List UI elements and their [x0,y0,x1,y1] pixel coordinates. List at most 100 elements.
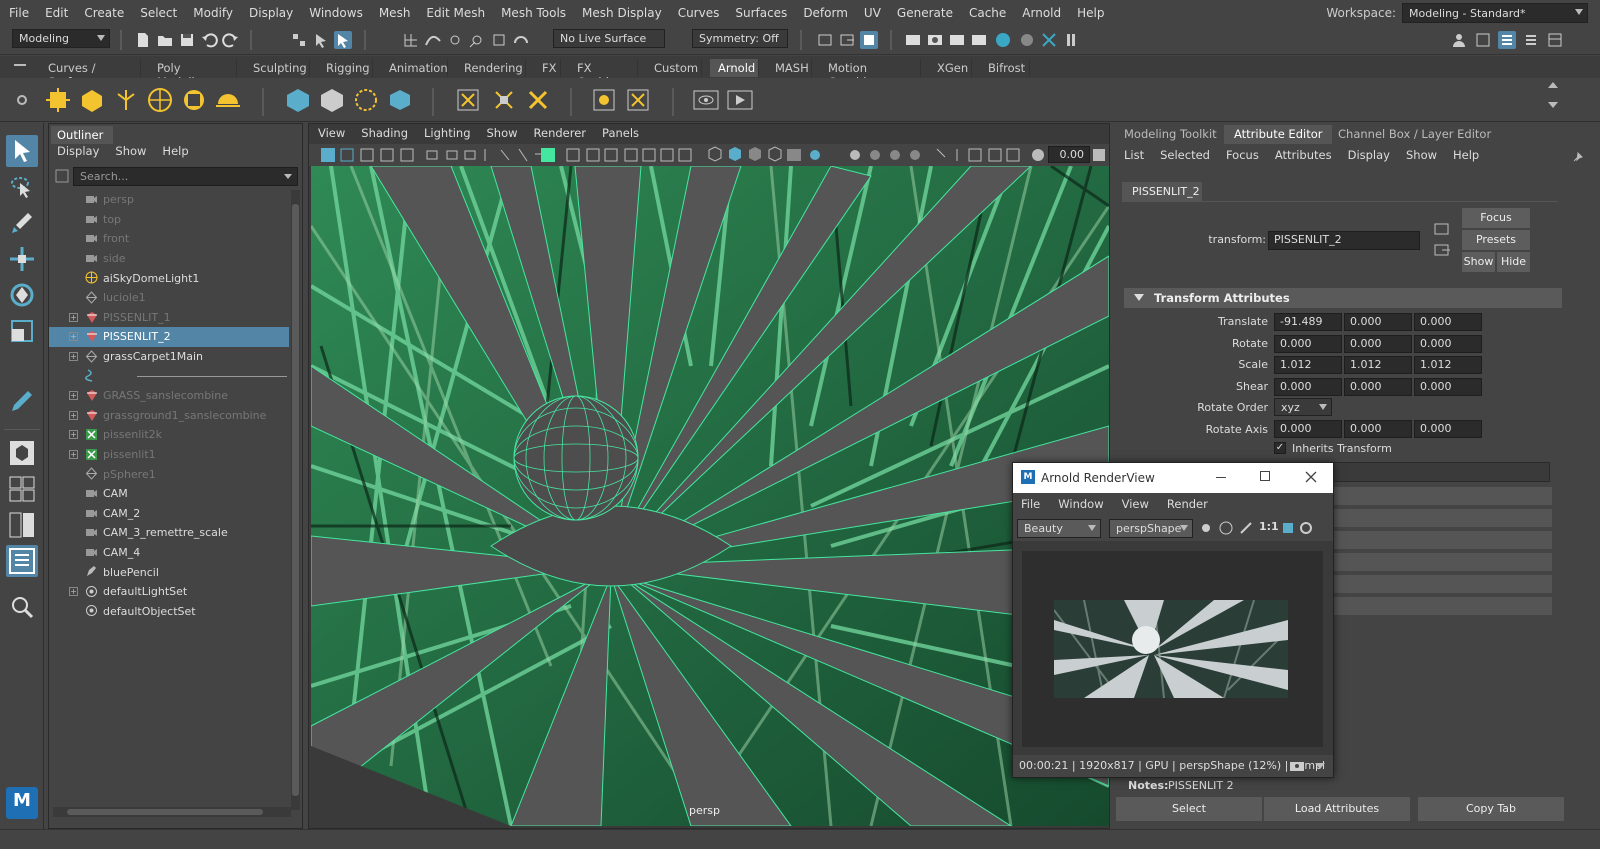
shelf-tab-rigging[interactable]: Rigging [318,59,373,77]
search-icon[interactable] [6,591,38,623]
ae-menu-display[interactable]: Display [1348,148,1390,166]
shelf-tab-mash[interactable]: MASH [767,59,812,77]
refresh-icon[interactable] [1299,521,1313,535]
node-tab[interactable]: PISSENLIT_2 [1122,182,1202,202]
menu-windows[interactable]: Windows [301,6,371,20]
outliner-item-defaultobjectset[interactable]: defaultObjectSet [49,601,289,621]
copy-tab-button[interactable]: Copy Tab [1418,797,1564,821]
output-ops-icon[interactable] [838,31,856,49]
translate-y-field[interactable]: 0.000 [1344,313,1412,331]
render-sequence-icon[interactable] [1040,31,1058,49]
scale-y-field[interactable]: 1.012 [1344,356,1412,374]
select-component-icon[interactable] [334,31,352,49]
expand-icon[interactable]: + [69,449,78,459]
menuset-dropdown[interactable]: Modeling [12,29,110,48]
renderview-menu-render[interactable]: Render [1167,497,1208,511]
symmetry-dropdown[interactable]: Symmetry: Off [692,29,788,48]
snap-surface-icon[interactable] [490,31,508,49]
outliner-item-psphere1[interactable]: pSphere1 [49,464,289,484]
fit-icon[interactable] [1281,521,1295,535]
focus-output-icon[interactable] [1434,243,1450,257]
light-portal-icon[interactable] [178,84,210,116]
outliner-filter-icon[interactable] [55,169,69,183]
renderview-titlebar[interactable]: M Arnold RenderView [1013,463,1333,493]
menu-edit-mesh[interactable]: Edit Mesh [418,6,493,20]
outliner-layout-icon[interactable] [6,545,38,577]
shelf-tab-poly-modeling[interactable]: Poly Modeling [149,59,237,89]
collapsed-section-row[interactable] [1324,575,1552,593]
shelf-tab-motion-graphics[interactable]: Motion Graphics [820,59,921,89]
render-canvas[interactable] [1022,551,1323,747]
ae-tab-attribute-editor[interactable]: Attribute Editor [1224,125,1333,144]
show-button[interactable]: Show [1462,252,1495,272]
outliner-search-input[interactable]: Search... [73,167,298,186]
shelf-tab-bifrost[interactable]: Bifrost [980,59,1030,77]
save-scene-icon[interactable] [178,31,196,49]
rotate-x-field[interactable]: 0.000 [1274,334,1342,353]
ae-menu-selected[interactable]: Selected [1160,148,1210,166]
flush-cache-icon[interactable] [452,84,484,116]
menu-surfaces[interactable]: Surfaces [727,6,795,20]
shelf-menu-icon[interactable] [14,64,26,66]
renderview-menu-file[interactable]: File [1021,497,1040,511]
ae-tab-channel-box-layer-editor[interactable]: Channel Box / Layer Editor [1328,125,1501,144]
transform-attributes-section[interactable]: Transform Attributes [1124,288,1562,308]
snap-curve-icon[interactable] [424,31,442,49]
rotate-y-field[interactable]: 0.000 [1344,334,1412,353]
menu-mesh-tools[interactable]: Mesh Tools [493,6,574,20]
single-view-layout-icon[interactable] [6,437,38,469]
expand-icon[interactable]: + [69,312,78,322]
shelf-tab-arnold[interactable]: Arnold [710,59,759,77]
render-view-icon[interactable] [904,31,922,49]
render-settings-icon[interactable] [970,31,988,49]
sign-in-icon[interactable] [1450,31,1468,49]
ae-menu-attributes[interactable]: Attributes [1275,148,1332,166]
close-icon[interactable] [1305,471,1317,483]
skydome-light-icon[interactable] [144,84,176,116]
shelf-tab-fx-caching[interactable]: FX Caching [569,59,638,89]
scale-tool-icon[interactable] [6,315,38,347]
ratio-label[interactable]: 1:1 [1259,520,1279,533]
toggle-tool-settings-icon[interactable] [1522,31,1540,49]
rotate-axis-z-field[interactable]: 0.000 [1414,420,1482,438]
menu-edit[interactable]: Edit [37,6,76,20]
select-object-icon[interactable] [312,31,330,49]
snap-point-icon[interactable] [446,31,464,49]
input-ops-icon[interactable] [816,31,834,49]
ae-menu-focus[interactable]: Focus [1226,148,1259,166]
paint-select-tool-icon[interactable] [6,207,38,239]
outliner-menu-show[interactable]: Show [115,144,146,162]
aov-dropdown[interactable]: Beauty [1017,519,1101,538]
outliner-item-luciole1[interactable]: luciole1 [49,288,289,308]
outliner-menu-help[interactable]: Help [162,144,188,162]
presets-button[interactable]: Presets [1462,230,1530,250]
hide-button[interactable]: Hide [1497,252,1530,272]
shelf-settings-icon[interactable] [16,94,28,106]
menu-deform[interactable]: Deform [795,6,856,20]
area-light-icon[interactable] [42,84,74,116]
outliner-item-defaultlightset[interactable]: + defaultLightSet [49,582,289,602]
outliner-item-cam-4[interactable]: CAM_4 [49,543,289,563]
scale-x-field[interactable]: 1.012 [1274,356,1342,374]
shelf-tab-sculpting[interactable]: Sculpting [245,59,310,77]
viewport-scene[interactable]: persp [311,166,1109,826]
menu-mesh-display[interactable]: Mesh Display [574,6,670,20]
sun-settings-icon[interactable] [1199,521,1213,535]
standin-icon[interactable] [282,84,314,116]
expand-icon[interactable]: + [69,430,78,440]
collapsed-section-row[interactable] [1324,509,1552,527]
shelf-scroll-up-icon[interactable] [1548,82,1558,88]
shelf-tab-xgen[interactable]: XGen [929,59,972,77]
shear-z-field[interactable]: 0.000 [1414,377,1482,396]
renderview-menu-window[interactable]: Window [1058,497,1103,511]
arnold-renderview-icon[interactable] [690,84,722,116]
outliner-item-top[interactable]: top [49,210,289,230]
ae-tab-modeling-toolkit[interactable]: Modeling Toolkit [1114,125,1227,144]
menu-modify[interactable]: Modify [185,6,241,20]
translate-z-field[interactable]: 0.000 [1414,313,1482,331]
rotate-tool-icon[interactable] [6,279,38,311]
select-button[interactable]: Select [1116,797,1262,821]
menu-cache[interactable]: Cache [961,6,1014,20]
menu-generate[interactable]: Generate [889,6,961,20]
export-standin-icon[interactable] [316,84,348,116]
